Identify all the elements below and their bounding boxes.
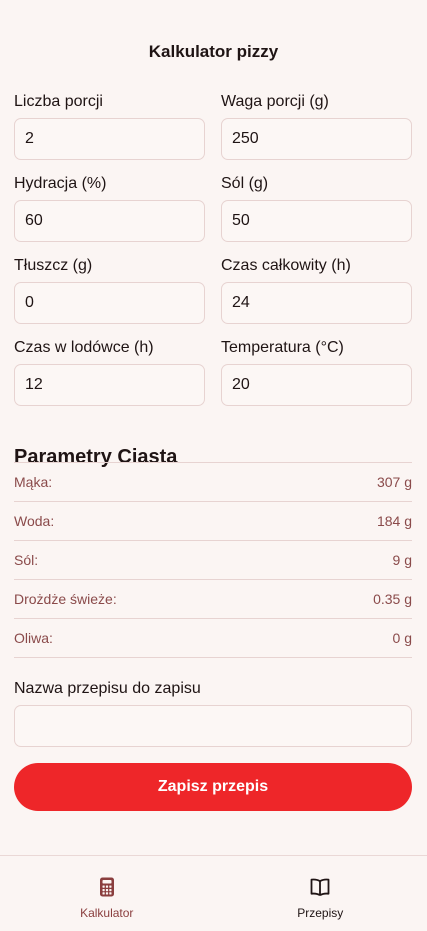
flour-row: Mąka: 307 g [14,463,412,502]
nav-item-przepisy[interactable]: Przepisy [214,856,427,931]
pizza-calculator-app: Kalkulator pizzy Liczba porcji Waga porc… [0,0,427,930]
yeast-label: Drożdże świeże: [14,591,117,607]
temperature-field: Temperatura (°C) [221,337,412,419]
nav-item-kalkulator[interactable]: Kalkulator [0,856,214,931]
nav-label-przepisy: Przepisy [214,905,427,921]
water-row: Woda: 184 g [14,502,412,541]
fat-label: Tłuszcz (g) [14,255,205,282]
total-time-field: Czas całkowity (h) [221,255,412,337]
book-icon [308,875,332,899]
salt-result-value: 9 g [393,552,412,568]
fridge-time-input[interactable] [14,364,205,406]
temperature-input[interactable] [221,364,412,406]
fridge-time-field: Czas w lodówce (h) [14,337,205,419]
salt-label: Sól (g) [221,173,412,200]
oil-value: 0 g [393,630,412,646]
portion-weight-input[interactable] [221,118,412,160]
fat-input[interactable] [14,282,205,324]
flour-label: Mąka: [14,474,52,490]
portion-weight-label: Waga porcji (g) [221,91,412,118]
portion-weight-field: Waga porcji (g) [221,91,412,173]
fridge-time-label: Czas w lodówce (h) [14,337,205,364]
total-time-label: Czas całkowity (h) [221,255,412,282]
temperature-label: Temperatura (°C) [221,337,412,364]
flour-value: 307 g [377,474,412,490]
calculator-form: Liczba porcji Waga porcji (g) Hydracja (… [14,91,412,419]
hydration-input[interactable] [14,200,205,242]
bottom-navigation: Kalkulator Przepisy [0,855,427,931]
salt-result-label: Sól: [14,552,38,568]
portion-count-input[interactable] [14,118,205,160]
save-recipe-button[interactable]: Zapisz przepis [14,763,412,811]
yeast-value: 0.35 g [373,591,412,607]
calculator-icon [95,875,119,899]
dough-parameters-list: Mąka: 307 g Woda: 184 g Sól: 9 g Drożdże… [14,462,412,658]
total-time-input[interactable] [221,282,412,324]
portion-count-field: Liczba porcji [14,91,205,173]
salt-input[interactable] [221,200,412,242]
nav-label-kalkulator: Kalkulator [0,905,214,921]
salt-row: Sól: 9 g [14,541,412,580]
oil-label: Oliwa: [14,630,53,646]
yeast-row: Drożdże świeże: 0.35 g [14,580,412,619]
oil-row: Oliwa: 0 g [14,619,412,658]
recipe-name-label: Nazwa przepisu do zapisu [14,678,201,700]
page-title: Kalkulator pizzy [0,40,427,64]
portion-count-label: Liczba porcji [14,91,205,118]
hydration-label: Hydracja (%) [14,173,205,200]
fat-field: Tłuszcz (g) [14,255,205,337]
water-value: 184 g [377,513,412,529]
recipe-name-input[interactable] [14,705,412,747]
salt-field: Sól (g) [221,173,412,255]
hydration-field: Hydracja (%) [14,173,205,255]
water-label: Woda: [14,513,54,529]
